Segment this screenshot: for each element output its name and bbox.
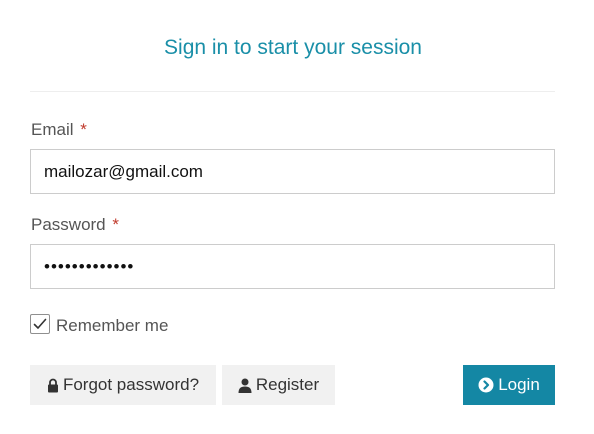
user-icon	[238, 378, 252, 393]
remember-me-checkbox[interactable]: Remember me	[30, 313, 168, 335]
password-label: Password *	[31, 215, 119, 235]
email-label-text: Email	[31, 120, 74, 139]
register-label: Register	[255, 375, 320, 394]
lock-icon	[47, 378, 59, 393]
login-panel: Sign in to start your session Email * Pa…	[0, 0, 594, 434]
check-icon	[33, 318, 47, 329]
password-field[interactable]	[30, 244, 555, 289]
login-button[interactable]: Login	[463, 365, 555, 405]
forgot-password-label: Forgot password?	[62, 375, 200, 394]
required-mark: *	[112, 215, 119, 234]
required-mark: *	[80, 120, 87, 139]
password-label-text: Password	[31, 215, 106, 234]
forgot-password-button[interactable]: Forgot password?	[30, 365, 216, 405]
email-field[interactable]	[30, 149, 555, 194]
login-label: Login	[498, 375, 540, 394]
chevron-circle-right-icon	[478, 377, 494, 393]
divider	[30, 91, 555, 92]
remember-me-label: Remember me	[56, 316, 169, 335]
email-label: Email *	[31, 120, 87, 140]
page-title: Sign in to start your session	[164, 36, 422, 59]
register-button[interactable]: Register	[222, 365, 335, 405]
checkbox-box[interactable]	[30, 314, 50, 334]
